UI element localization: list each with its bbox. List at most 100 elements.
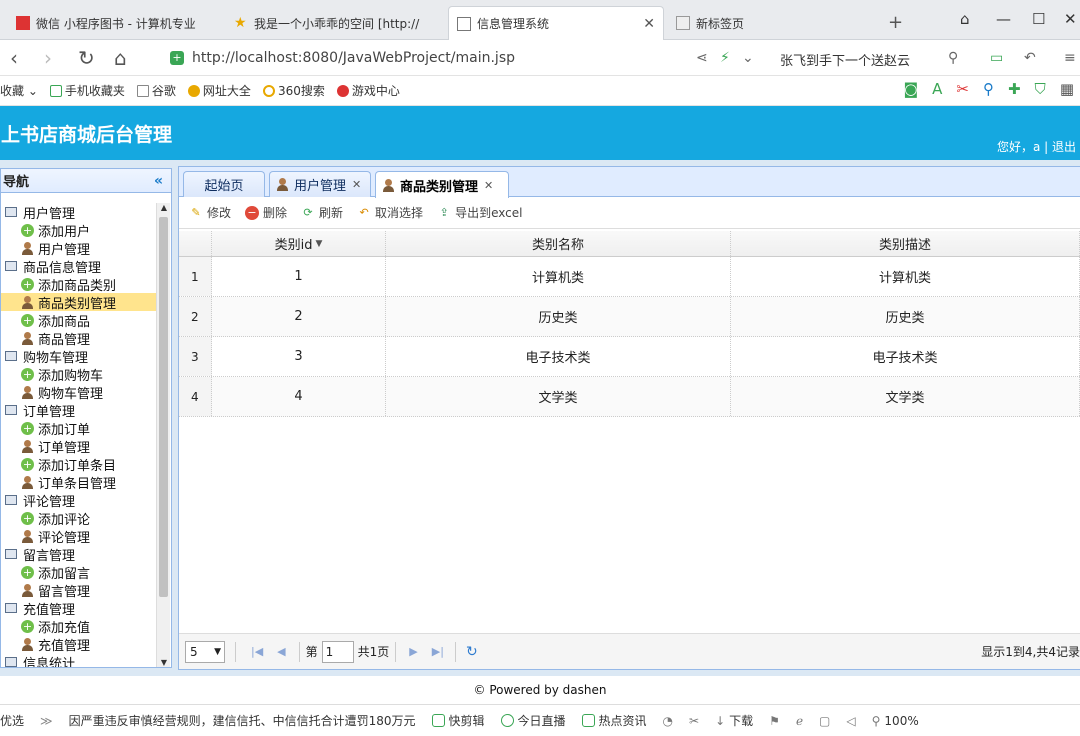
- lightning-icon[interactable]: ⚡: [720, 50, 730, 66]
- dropdown-icon[interactable]: ⌄: [742, 50, 754, 66]
- sidebar-item[interactable]: 商品管理: [1, 329, 157, 348]
- reader-icon[interactable]: ◙: [904, 80, 919, 98]
- sidebar-item[interactable]: + 添加留言: [1, 563, 157, 582]
- sidebar-item[interactable]: + 添加订单条目: [1, 455, 157, 474]
- apps-icon[interactable]: ▦: [1060, 80, 1074, 98]
- sidebar-group[interactable]: 留言管理: [1, 545, 157, 564]
- sidebar-group[interactable]: 订单管理: [1, 401, 157, 420]
- sidebar-group[interactable]: 评论管理: [1, 491, 157, 510]
- scrollbar-thumb[interactable]: [159, 217, 168, 597]
- flag-icon[interactable]: ⚑: [769, 714, 780, 728]
- table-row[interactable]: 1 1 计算机类 计算机类: [179, 257, 1080, 297]
- bookmark-360search[interactable]: 360搜索: [262, 82, 325, 99]
- shirt-icon[interactable]: ⌂: [960, 10, 970, 28]
- page-number-input[interactable]: 1: [321, 640, 354, 663]
- browser-tab-1[interactable]: 微信 小程序图书 - 计算机专业: [8, 6, 223, 40]
- column-header-id[interactable]: 类别id ▼: [212, 231, 386, 256]
- user-greeting[interactable]: 您好，a | 退出: [997, 138, 1076, 155]
- export-excel-button[interactable]: ⇪ 导出到excel: [437, 204, 522, 221]
- volume-icon[interactable]: ◁: [846, 714, 855, 728]
- collapse-icon[interactable]: «: [154, 173, 163, 189]
- sidebar-item[interactable]: + 添加订单: [1, 419, 157, 438]
- close-icon[interactable]: ✕: [484, 179, 493, 192]
- tools-icon[interactable]: ✂: [689, 714, 699, 728]
- share-icon[interactable]: ⋖: [696, 50, 708, 66]
- status-left[interactable]: 优选: [0, 712, 24, 729]
- undo-icon[interactable]: ↶: [1024, 50, 1036, 66]
- delete-button[interactable]: − 删除: [245, 204, 287, 221]
- sidebar-item[interactable]: 用户管理: [1, 239, 157, 258]
- sidebar-group[interactable]: 购物车管理: [1, 347, 157, 366]
- bookmark-google[interactable]: 谷歌: [136, 82, 176, 99]
- table-row[interactable]: 2 2 历史类 历史类: [179, 297, 1080, 337]
- status-download[interactable]: ↓ 下载: [715, 712, 753, 729]
- column-header-desc[interactable]: 类别描述: [731, 231, 1080, 256]
- page-size-select[interactable]: 5 ▼: [185, 640, 225, 663]
- new-tab-icon[interactable]: +: [888, 12, 903, 33]
- reload-page-icon[interactable]: ↻: [466, 644, 478, 660]
- cancel-select-button[interactable]: ↶ 取消选择: [357, 204, 423, 221]
- sidebar-item[interactable]: 充值管理: [1, 635, 157, 654]
- bookmark-games[interactable]: 游戏中心: [336, 82, 400, 99]
- bookmark-portal[interactable]: 网址大全: [187, 82, 251, 99]
- bookmark-favorites[interactable]: 收藏 ⌄: [0, 82, 38, 99]
- news-ticker[interactable]: 因严重违反审慎经营规则，建信信托、中信信托合计遭罚180万元: [69, 712, 416, 729]
- window-icon[interactable]: ▢: [819, 714, 830, 728]
- sidebar-item[interactable]: 订单管理: [1, 437, 157, 456]
- table-row[interactable]: 3 3 电子技术类 电子技术类: [179, 337, 1080, 377]
- last-page-icon[interactable]: ▶|: [432, 645, 444, 658]
- search-suggestion[interactable]: 张飞到手下一个送赵云: [780, 50, 910, 69]
- prev-page-icon[interactable]: ◀: [277, 645, 285, 658]
- column-header-name[interactable]: 类别名称: [386, 231, 731, 256]
- tab-category-management[interactable]: 商品类别管理 ✕: [375, 171, 509, 198]
- sidebar-group[interactable]: 用户管理: [1, 203, 157, 222]
- maximize-icon[interactable]: ☐: [1032, 10, 1045, 28]
- refresh-button[interactable]: ⟳ 刷新: [301, 204, 343, 221]
- back-icon[interactable]: ‹: [10, 46, 18, 70]
- sidebar-group[interactable]: 充值管理: [1, 599, 157, 618]
- minimize-icon[interactable]: —: [996, 10, 1011, 28]
- close-icon[interactable]: ✕: [352, 178, 361, 191]
- magnifier-icon[interactable]: ⚲: [983, 80, 994, 98]
- home-icon[interactable]: ⌂: [114, 46, 127, 70]
- sidebar-group[interactable]: 信息统计: [1, 653, 157, 667]
- edit-button[interactable]: ✎ 修改: [189, 204, 231, 221]
- sidebar-item[interactable]: + 添加评论: [1, 509, 157, 528]
- sidebar-group[interactable]: 商品信息管理: [1, 257, 157, 276]
- first-page-icon[interactable]: |◀: [251, 645, 263, 658]
- menu-icon[interactable]: ≡: [1064, 50, 1076, 66]
- scroll-down-icon[interactable]: ▼: [157, 658, 171, 667]
- url-field[interactable]: + http://localhost:8080/JavaWebProject/m…: [170, 45, 770, 71]
- status-live[interactable]: 今日直播: [500, 712, 566, 729]
- sidebar-item[interactable]: + 添加用户: [1, 221, 157, 240]
- forward-icon[interactable]: ›: [44, 46, 52, 70]
- reload-icon[interactable]: ↻: [78, 46, 95, 70]
- scroll-up-icon[interactable]: ▲: [157, 203, 171, 212]
- sidebar-scrollbar[interactable]: ▲ ▼: [156, 203, 170, 667]
- browser-tab-4[interactable]: 新标签页: [668, 6, 868, 40]
- speed-icon[interactable]: ◔: [663, 714, 673, 728]
- translate-icon[interactable]: A: [932, 80, 942, 98]
- browser-tab-2[interactable]: ★ 我是一个小乖乖的空间 [http://: [226, 6, 444, 40]
- sidebar-item[interactable]: + 添加商品类别: [1, 275, 157, 294]
- status-quickcut[interactable]: 快剪辑: [431, 712, 485, 729]
- sidebar-item[interactable]: + 添加商品: [1, 311, 157, 330]
- sidebar-item[interactable]: 留言管理: [1, 581, 157, 600]
- browser-tab-3[interactable]: 信息管理系统 ✕: [448, 6, 664, 40]
- status-news[interactable]: 热点资讯: [581, 712, 647, 729]
- sidebar-item[interactable]: + 添加充值: [1, 617, 157, 636]
- shield-icon[interactable]: ⛉: [1035, 80, 1046, 98]
- sidebar-item[interactable]: 评论管理: [1, 527, 157, 546]
- scissors-icon[interactable]: ✂: [956, 80, 969, 98]
- sidebar-item[interactable]: 商品类别管理: [1, 293, 157, 312]
- close-icon[interactable]: ✕: [635, 16, 655, 32]
- window-close-icon[interactable]: ✕: [1064, 10, 1077, 28]
- bookmark-mobile[interactable]: 手机收藏夹: [49, 82, 125, 99]
- sidebar-item[interactable]: 订单条目管理: [1, 473, 157, 492]
- tab-home[interactable]: 起始页: [183, 171, 265, 197]
- search-icon[interactable]: ⚲: [948, 50, 958, 66]
- table-row[interactable]: 4 4 文学类 文学类: [179, 377, 1080, 417]
- gamepad-icon[interactable]: ✚: [1008, 80, 1021, 98]
- tab-user-management[interactable]: 用户管理 ✕: [269, 171, 371, 197]
- ie-icon[interactable]: ℯ: [796, 714, 803, 728]
